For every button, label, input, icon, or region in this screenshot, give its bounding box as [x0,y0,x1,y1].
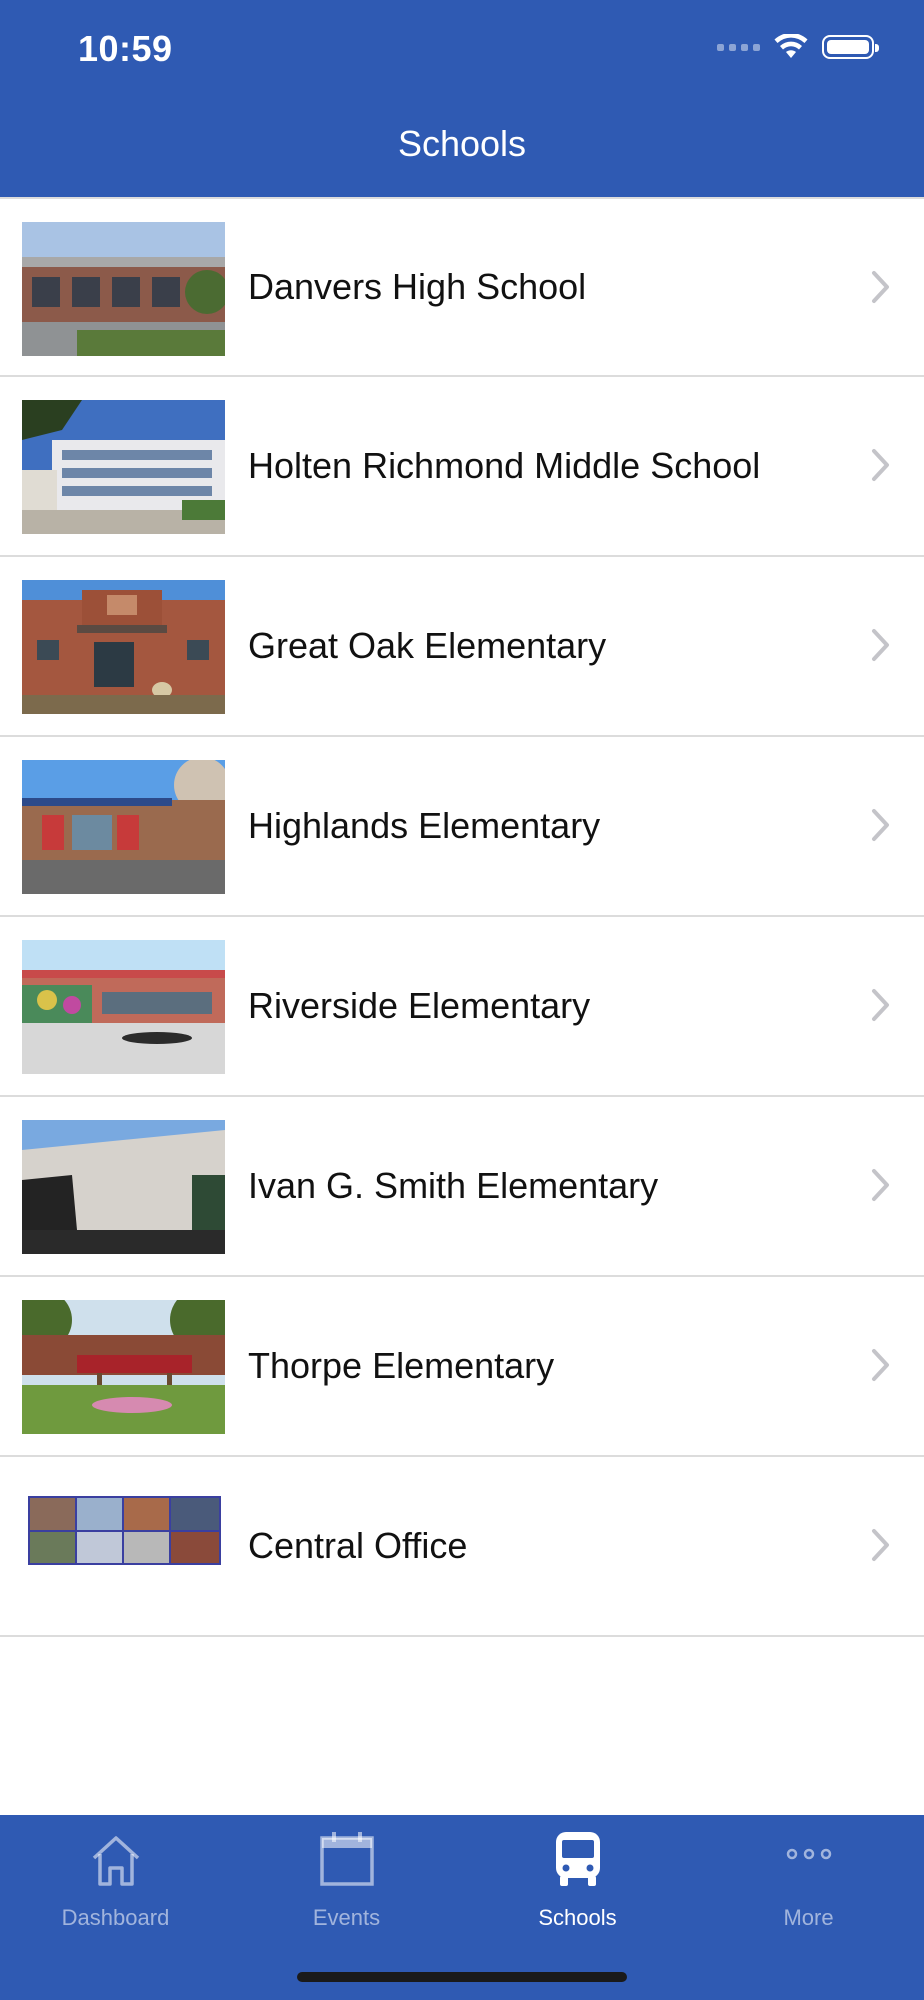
chevron-right-icon [872,809,889,841]
status-time: 10:59 [78,28,173,69]
bus-icon [555,1832,600,1886]
tab-more[interactable]: More [693,1815,924,1955]
school-name: Ivan G. Smith Elementary [248,1165,659,1206]
top-header: 10:59 Schools [0,0,924,197]
school-row-holten-richmond[interactable]: Holten Richmond Middle School [0,377,924,557]
school-name: Thorpe Elementary [248,1345,555,1386]
school-row-highlands[interactable]: Highlands Elementary [0,737,924,917]
tab-label: Dashboard [61,1905,170,1930]
chevron-right-icon [872,1169,889,1201]
tab-events[interactable]: Events [231,1815,462,1955]
school-name: Holten Richmond Middle School [248,445,761,486]
schools-list: Danvers High School Holten Richmond Midd… [0,197,924,1637]
central-office-photo [22,1480,225,1614]
school-row-danvers-high[interactable]: Danvers High School [0,197,924,377]
ellipsis-icon [786,1848,831,1860]
school-row-central-office[interactable]: Central Office [0,1457,924,1637]
chevron-right-icon [872,1349,889,1381]
danvers-high-photo [22,222,225,356]
schools-screen: 10:59 Schools Danvers High School Holten… [0,0,924,2000]
home-indicator[interactable] [297,1972,627,1982]
school-row-ivan-smith[interactable]: Ivan G. Smith Elementary [0,1097,924,1277]
holten-richmond-photo [22,400,225,534]
chevron-right-icon [872,1529,889,1561]
school-name: Central Office [248,1525,468,1566]
cellular-signal-icon [717,43,760,51]
school-row-great-oak[interactable]: Great Oak Elementary [0,557,924,737]
house-icon [92,1836,139,1886]
battery-icon [822,35,879,59]
riverside-photo [22,940,225,1074]
tab-label: Schools [538,1905,617,1930]
calendar-icon [319,1832,374,1886]
chevron-right-icon [872,629,889,661]
school-row-thorpe[interactable]: Thorpe Elementary [0,1277,924,1457]
tab-label: More [783,1905,834,1930]
great-oak-photo [22,580,225,714]
tab-label: Events [312,1905,381,1930]
ivan-smith-photo [22,1120,225,1254]
school-name: Riverside Elementary [248,985,591,1026]
school-row-riverside[interactable]: Riverside Elementary [0,917,924,1097]
chevron-right-icon [872,271,889,303]
school-name: Great Oak Elementary [248,625,607,666]
highlands-photo [22,760,225,894]
wifi-icon [774,34,808,58]
school-name: Highlands Elementary [248,805,601,846]
tab-dashboard[interactable]: Dashboard [0,1815,231,1955]
chevron-right-icon [872,989,889,1021]
status-icons [717,34,879,60]
school-name: Danvers High School [248,266,587,307]
page-title: Schools [397,123,527,164]
tab-schools[interactable]: Schools [462,1815,693,1955]
chevron-right-icon [872,449,889,481]
thorpe-photo [22,1300,225,1434]
